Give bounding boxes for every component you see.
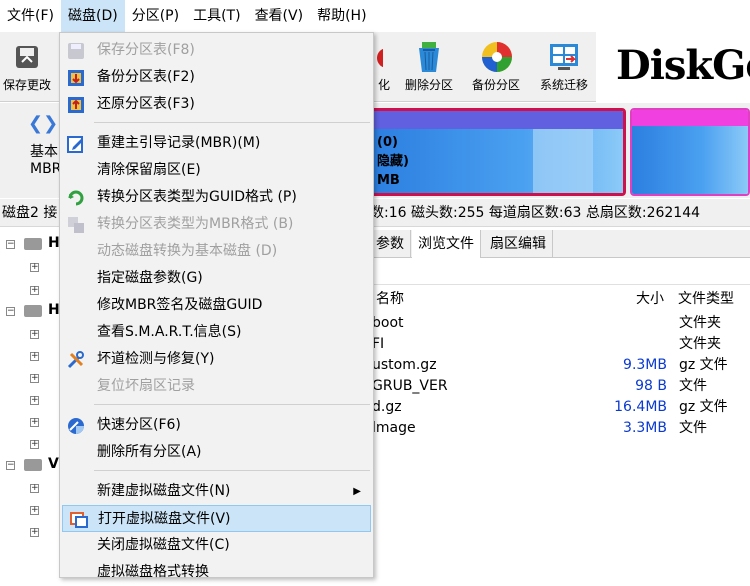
partition-block[interactable]: [630, 108, 750, 196]
menu-view[interactable]: 查看(V): [248, 0, 311, 32]
disk-geometry-label: 数:16 磁头数:255 每道扇区数:63 总扇区数:262144: [370, 205, 701, 221]
menu-disk[interactable]: 磁盘(D): [60, 0, 125, 32]
backup-partition-button[interactable]: 备份分区: [465, 40, 527, 93]
tree-disk-node[interactable]: V: [48, 456, 59, 472]
menu-item-modify-mbr-signature[interactable]: 修改MBR签名及磁盘GUID: [60, 292, 373, 319]
submenu-arrow-icon: ▶: [353, 486, 361, 497]
file-row[interactable]: GRUB_VER 98 B 文件: [370, 376, 750, 397]
tab-parameters[interactable]: 参数: [370, 230, 411, 258]
expand-toggle[interactable]: +: [30, 506, 39, 515]
file-row[interactable]: lmage 3.3MB 文件: [370, 418, 750, 439]
collapse-toggle[interactable]: −: [6, 461, 15, 470]
tab-bar: 参数 浏览文件 扇区编辑: [370, 230, 750, 258]
windows-migrate-icon: [548, 40, 580, 74]
tree-disk-node[interactable]: H: [48, 302, 60, 318]
convert-icon: [66, 188, 86, 208]
disk-type-label: 基本: [30, 144, 58, 160]
trash-icon: [413, 40, 445, 74]
edit-mbr-icon: [66, 134, 86, 154]
expand-toggle[interactable]: +: [30, 286, 39, 295]
menu-item-close-virtual-disk[interactable]: 关闭虚拟磁盘文件(C): [60, 532, 373, 559]
expand-toggle[interactable]: +: [30, 374, 39, 383]
menu-item-convert-to-mbr[interactable]: 转换分区表类型为MBR格式 (B): [60, 211, 373, 238]
quick-partition-icon: [66, 416, 86, 436]
partition-size: MB: [377, 173, 400, 188]
restore-table-icon: [66, 95, 86, 115]
menu-file[interactable]: 文件(F): [0, 0, 61, 32]
pie-chart-icon: [480, 40, 512, 74]
tools-icon: [66, 350, 86, 370]
menu-item-rebuild-mbr[interactable]: 重建主引导记录(MBR)(M): [60, 130, 373, 157]
collapse-toggle[interactable]: −: [6, 307, 15, 316]
collapse-toggle[interactable]: −: [6, 240, 15, 249]
expand-toggle[interactable]: +: [30, 330, 39, 339]
disk-icon: [24, 305, 42, 317]
expand-toggle[interactable]: +: [30, 484, 39, 493]
nav-arrows[interactable]: ❮❯: [28, 113, 58, 134]
save-changes-button[interactable]: 保存更改: [0, 40, 58, 93]
chevron-right-icon[interactable]: ❯: [43, 113, 58, 134]
disk-scheme-label: MBR: [30, 161, 62, 177]
menu-item-open-virtual-disk[interactable]: 打开虚拟磁盘文件(V): [62, 505, 371, 532]
app-logo: DiskGen: [596, 32, 750, 102]
convert-mbr-icon: [66, 215, 86, 235]
file-row[interactable]: ustom.gz 9.3MB gz 文件: [370, 355, 750, 376]
menu-item-clear-reserved-sectors[interactable]: 清除保留扇区(E): [60, 157, 373, 184]
expand-toggle[interactable]: +: [30, 396, 39, 405]
menu-item-reset-bad-sector-records[interactable]: 复位坏扇区记录: [60, 373, 373, 400]
expand-toggle[interactable]: +: [30, 418, 39, 427]
partition-block-selected[interactable]: (0) 隐藏) MB: [370, 108, 626, 196]
menu-item-convert-to-guid[interactable]: 转换分区表类型为GUID格式 (P): [60, 184, 373, 211]
delete-partition-button[interactable]: 删除分区: [398, 40, 460, 93]
expand-toggle[interactable]: +: [30, 352, 39, 361]
menu-help[interactable]: 帮助(H): [310, 0, 373, 32]
menu-item-new-virtual-disk[interactable]: 新建虚拟磁盘文件(N) ▶: [60, 478, 373, 505]
system-migration-button[interactable]: 系统迁移: [533, 40, 595, 93]
expand-toggle[interactable]: +: [30, 528, 39, 537]
menu-partition[interactable]: 分区(P): [125, 0, 186, 32]
file-list-header: 名称 大小 文件类型: [370, 286, 750, 312]
disk-icon: [24, 459, 42, 471]
menu-item-restore-partition-table[interactable]: 还原分区表(F3): [60, 91, 373, 118]
tab-browse-files[interactable]: 浏览文件: [412, 230, 481, 258]
backup-table-icon: [66, 68, 86, 88]
disk-icon: [24, 238, 42, 250]
expand-toggle[interactable]: +: [30, 263, 39, 272]
column-size[interactable]: 大小: [636, 286, 664, 312]
disk-dropdown-menu: 保存分区表(F8) 备份分区表(F2) 还原分区表(F3) 重建主引导记录(MB…: [59, 32, 374, 580]
file-row[interactable]: d.gz 16.4MB gz 文件: [370, 397, 750, 418]
column-type[interactable]: 文件类型: [678, 286, 734, 312]
column-name[interactable]: 名称: [376, 286, 404, 312]
disk-interface-label: 磁盘2 接: [2, 205, 58, 221]
path-row: [370, 259, 750, 285]
menu-item-dynamic-to-basic[interactable]: 动态磁盘转换为基本磁盘 (D): [60, 238, 373, 265]
virtual-disk-icon: [69, 510, 89, 530]
tree-disk-node[interactable]: H: [48, 235, 60, 251]
menu-item-save-partition-table[interactable]: 保存分区表(F8): [60, 37, 373, 64]
partition-index: (0): [377, 135, 398, 150]
menu-item-view-smart[interactable]: 查看S.M.A.R.T.信息(S): [60, 319, 373, 346]
menu-item-bad-sector-check[interactable]: 坏道检测与修复(Y): [60, 346, 373, 373]
menu-item-backup-partition-table[interactable]: 备份分区表(F2): [60, 64, 373, 91]
menu-bar: 文件(F) 磁盘(D) 分区(P) 工具(T) 查看(V) 帮助(H): [0, 0, 750, 32]
floppy-save-icon: [66, 41, 86, 61]
expand-toggle[interactable]: +: [30, 440, 39, 449]
tab-sector-edit[interactable]: 扇区编辑: [484, 230, 553, 258]
save-icon: [11, 40, 43, 74]
menu-item-delete-all-partitions[interactable]: 删除所有分区(A): [60, 439, 373, 466]
file-row[interactable]: boot 文件夹: [370, 313, 750, 334]
disk-tree: − H + + − H + + + + + + − V + + +: [0, 228, 62, 578]
menu-tools[interactable]: 工具(T): [186, 0, 247, 32]
menu-item-specify-disk-params[interactable]: 指定磁盘参数(G): [60, 265, 373, 292]
partition-type: 隐藏): [377, 154, 409, 169]
menu-item-quick-partition[interactable]: 快速分区(F6): [60, 412, 373, 439]
menu-item-virtual-disk-convert[interactable]: 虚拟磁盘格式转换: [60, 559, 373, 586]
chevron-left-icon[interactable]: ❮: [28, 113, 43, 134]
file-row[interactable]: FI 文件夹: [370, 334, 750, 355]
